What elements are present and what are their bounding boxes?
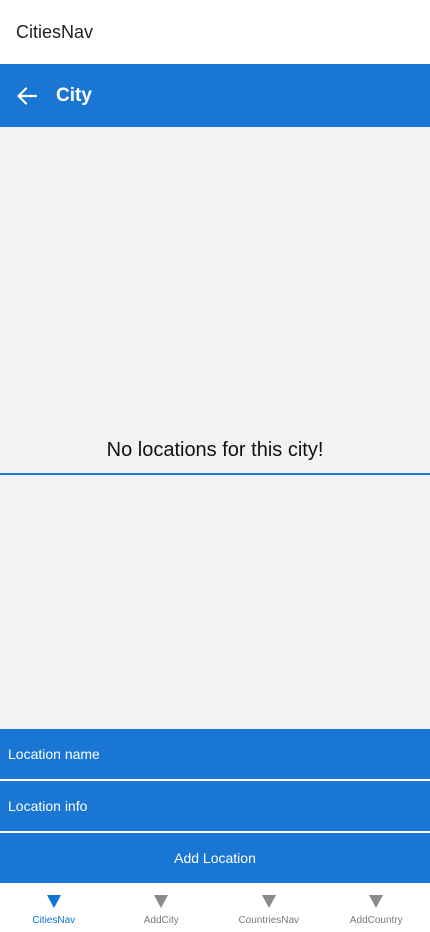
locations-list: No locations for this city! xyxy=(0,127,430,729)
location-name-input[interactable] xyxy=(0,729,430,779)
triangle-down-icon xyxy=(46,895,61,908)
tab-label: AddCountry xyxy=(349,915,403,926)
arrow-left-icon xyxy=(17,86,37,105)
tab-citiesnav[interactable]: CitiesNav xyxy=(0,883,108,932)
location-info-input[interactable] xyxy=(0,781,430,831)
triangle-down-icon xyxy=(154,895,169,908)
tab-addcountry[interactable]: AddCountry xyxy=(323,883,430,932)
triangle-down-icon xyxy=(261,895,276,908)
tab-countriesnav[interactable]: CountriesNav xyxy=(215,883,323,932)
triangle-down-icon xyxy=(369,895,384,908)
divider xyxy=(0,473,430,475)
nav-bar: City xyxy=(0,64,430,127)
tab-bar: CitiesNav AddCity CountriesNav AddCountr… xyxy=(0,883,430,932)
tab-label: CountriesNav xyxy=(238,915,300,926)
tab-label: AddCity xyxy=(143,915,179,926)
add-location-button[interactable]: Add Location xyxy=(0,833,430,883)
page-title: City xyxy=(56,84,92,106)
tab-addcity[interactable]: AddCity xyxy=(108,883,216,932)
tab-label: CitiesNav xyxy=(32,915,76,926)
back-button[interactable] xyxy=(14,83,40,109)
app-header: CitiesNav xyxy=(0,0,430,64)
app-title: CitiesNav xyxy=(16,21,94,42)
empty-message: No locations for this city! xyxy=(106,439,324,461)
